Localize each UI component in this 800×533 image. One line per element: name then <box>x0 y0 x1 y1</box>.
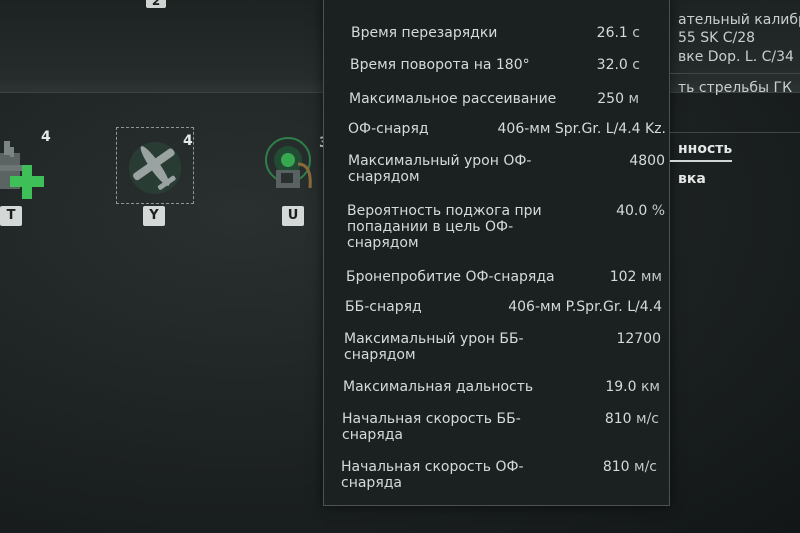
stat-label: ББ-снаряд <box>345 299 422 315</box>
tab-maneuverability[interactable]: вка <box>678 171 706 187</box>
hotkey-t: T <box>0 206 22 226</box>
stat-label: Время перезарядки <box>351 25 498 41</box>
stat-value: 102 мм <box>609 269 662 285</box>
right-panel-line: ательный калибр <box>678 12 800 28</box>
tab-survivability[interactable]: нность <box>678 141 732 157</box>
consumable-slot-repair[interactable]: 4 T <box>0 125 60 226</box>
stat-value: 406-мм Spr.Gr. L/4.4 Kz. <box>497 121 666 137</box>
consumable-slot-radar[interactable]: 3 U <box>262 130 329 230</box>
divider <box>670 73 800 74</box>
stat-value: 40.0 % <box>616 203 665 219</box>
stat-value: 250 м <box>597 91 639 107</box>
right-info-panel: ательный калибр 55 SK C/28 вке Dop. L. C… <box>670 0 800 533</box>
right-panel-line: ть стрельбы ГК <box>678 80 793 96</box>
stat-label: Начальная скорость ББ-снаряда <box>342 411 521 443</box>
stat-value: 19.0 км <box>605 379 660 395</box>
fighter-plane-icon <box>129 142 181 194</box>
hotkey-y: Y <box>143 206 165 226</box>
radar-icon <box>265 137 312 189</box>
tab-underline <box>670 160 732 162</box>
stat-value: 810 м/с <box>604 411 659 427</box>
stat-label: Максимальный урон ББ-снарядом <box>344 331 524 363</box>
right-panel-line: 55 SK C/28 <box>678 30 756 46</box>
consumable-slot-fighter[interactable]: 4 <box>116 127 194 204</box>
right-panel-line: вке Dop. L. C/34 <box>678 49 794 65</box>
top-slot-badge: 2 <box>146 0 166 8</box>
stat-label: Начальная скорость ОФ-снаряда <box>341 459 524 491</box>
main-battery-stats-tooltip: Время перезарядки 26.1 с Время поворота … <box>323 0 670 506</box>
stat-value: 4800 <box>629 153 665 169</box>
stat-label: Бронепробитие ОФ-снаряда <box>346 269 555 285</box>
stat-value: 810 м/с <box>602 459 657 475</box>
stat-label: Максимальный урон ОФ-снарядом <box>348 153 532 185</box>
stat-label: Время поворота на 180° <box>350 57 530 73</box>
stat-label: Максимальное рассеивание <box>349 91 557 107</box>
consumable-count-repair: 4 <box>41 129 51 145</box>
stat-label: ОФ-снаряд <box>348 121 429 137</box>
stat-value: 32.0 с <box>596 57 640 73</box>
hotkey-u: U <box>282 206 304 226</box>
consumable-count-fighter: 4 <box>183 133 193 149</box>
stat-label: Вероятность поджога при попадании в цель… <box>347 203 542 251</box>
stat-label: Максимальная дальность <box>343 379 534 395</box>
stat-value: 12700 <box>616 331 661 347</box>
divider <box>670 132 800 133</box>
stat-value: 26.1 с <box>596 25 640 41</box>
stat-value: 406-мм P.Spr.Gr. L/4.4 <box>508 299 662 315</box>
